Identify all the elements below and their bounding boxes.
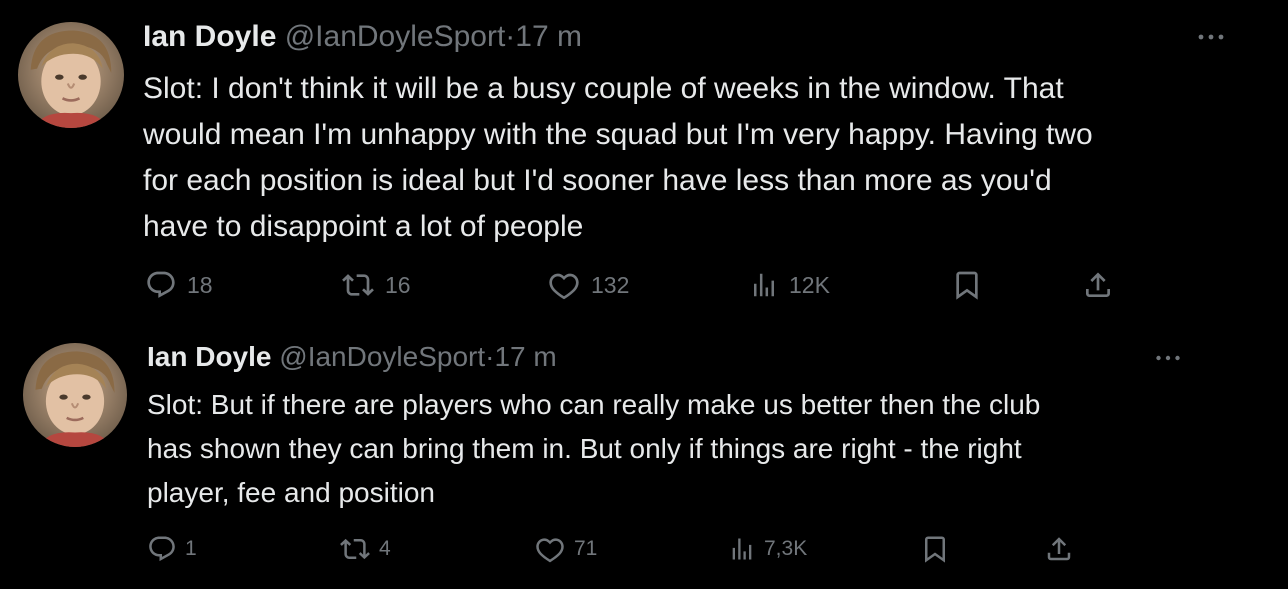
author-name[interactable]: Ian Doyle <box>143 20 276 53</box>
tweet-text-line: Slot: I don't think it will be a busy co… <box>143 72 1064 105</box>
bookmark-button[interactable] <box>951 268 983 302</box>
avatar[interactable] <box>23 343 127 447</box>
bookmark-button[interactable] <box>920 532 950 566</box>
share-button[interactable] <box>1044 532 1074 566</box>
views-button[interactable]: 12K <box>749 268 830 302</box>
tweet-header: Ian Doyle @IanDoyleSport·17 m <box>143 22 582 52</box>
reply-icon <box>147 271 175 298</box>
bookmark-icon <box>925 536 945 563</box>
tweet[interactable]: Ian Doyle @IanDoyleSport·17 m Slot: I do… <box>0 0 1288 320</box>
author-name[interactable]: Ian Doyle <box>147 341 271 372</box>
tweet-text-line: have to disappoint a lot of people <box>143 210 584 243</box>
views-count: 12K <box>789 271 830 298</box>
tweet-text-line: for each position is ideal but I'd soone… <box>143 164 1052 197</box>
more-button[interactable] <box>1196 27 1226 52</box>
like-button[interactable]: 71 <box>534 532 597 566</box>
repost-button[interactable]: 4 <box>339 532 391 566</box>
tweet-text-line: has shown they can bring them in. But on… <box>147 433 1022 464</box>
like-icon <box>549 273 579 300</box>
share-icon <box>1086 272 1110 297</box>
views-count: 7,3K <box>764 537 808 560</box>
author-handle[interactable]: @IanDoyleSport <box>279 341 485 372</box>
views-icon <box>754 273 774 297</box>
share-button[interactable] <box>1082 268 1114 302</box>
more-button[interactable] <box>1154 348 1182 373</box>
views-button[interactable]: 7,3K <box>728 532 807 566</box>
like-count: 132 <box>591 271 630 298</box>
more-horizontal-icon <box>1198 34 1224 40</box>
tweet-text-line: Slot: But if there are players who can r… <box>147 389 1041 420</box>
tweet-text: Slot: But if there are players who can r… <box>147 383 1040 515</box>
reply-button[interactable]: 18 <box>145 268 213 302</box>
tweet-text-line: would mean I'm unhappy with the squad bu… <box>143 118 1093 151</box>
repost-count: 4 <box>379 537 391 560</box>
timestamp[interactable]: 17 m <box>515 20 582 53</box>
like-icon <box>536 538 564 563</box>
author-handle[interactable]: @IanDoyleSport <box>285 20 506 53</box>
more-horizontal-icon <box>1156 355 1180 361</box>
repost-icon <box>340 538 370 560</box>
reply-count: 1 <box>185 537 197 560</box>
share-icon <box>1047 537 1071 561</box>
separator-dot: · <box>505 20 516 53</box>
timestamp[interactable]: 17 m <box>494 341 556 372</box>
tweet-text-line: player, fee and position <box>147 477 435 508</box>
like-count: 71 <box>574 537 598 560</box>
views-icon <box>732 538 752 560</box>
reply-button[interactable]: 1 <box>147 532 197 566</box>
tweet-header: Ian Doyle @IanDoyleSport·17 m <box>147 343 557 371</box>
tweet-text: Slot: I don't think it will be a busy co… <box>143 66 1093 250</box>
tweet[interactable]: Ian Doyle @IanDoyleSport·17 m Slot: But … <box>0 320 1288 589</box>
repost-count: 16 <box>385 271 411 298</box>
avatar[interactable] <box>18 22 124 128</box>
reply-icon <box>149 536 175 562</box>
reply-count: 18 <box>187 271 213 298</box>
repost-icon <box>342 274 374 296</box>
bookmark-icon <box>956 271 978 300</box>
like-button[interactable]: 132 <box>547 268 629 302</box>
repost-button[interactable]: 16 <box>341 268 411 302</box>
